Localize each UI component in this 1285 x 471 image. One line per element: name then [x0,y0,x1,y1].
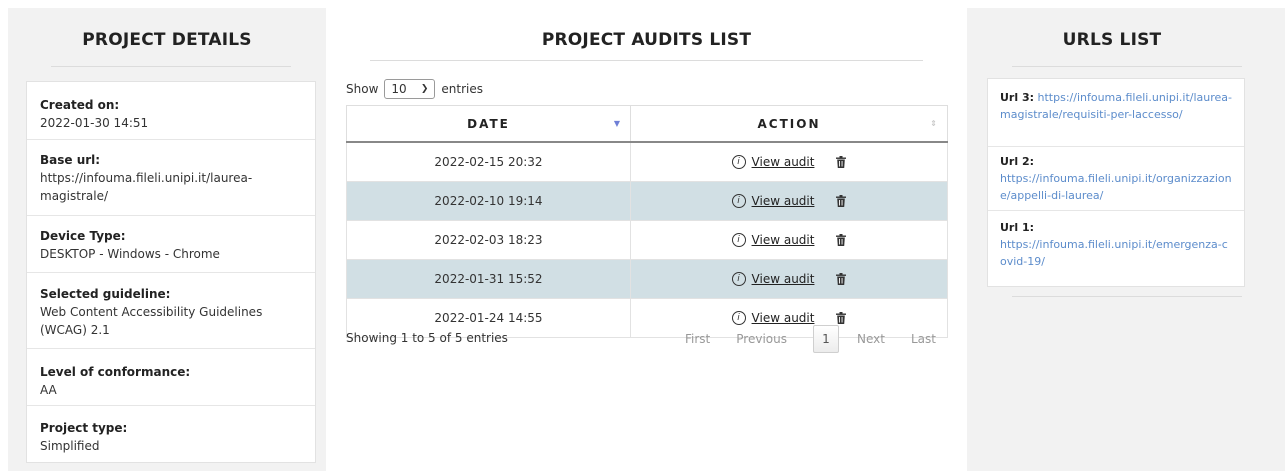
audits-table: DATE ▼ ACTION ⇕ 2022-02-15 20:32 i View au… [346,105,948,338]
url-link[interactable]: https://infouma.fileli.unipi.it/emergenz… [1000,236,1232,270]
table-header-row: DATE ▼ ACTION ⇕ [346,105,948,143]
audits-table-body: 2022-02-15 20:32 i View audit 2022-02-10 19… [346,141,948,338]
details-card: Created on: 2022-01-30 14:51 Base url: h… [26,81,316,463]
created-label: Created on: [40,98,120,112]
url-item: Url 3: https://infouma.fileli.unipi.it/l… [988,79,1244,147]
device-type-label: Device Type: [40,229,126,243]
table-row: 2022-02-03 18:23 i View audit [346,220,948,260]
pager-last[interactable]: Last [911,332,936,346]
view-audit-link[interactable]: View audit [752,194,815,208]
level-label: Level of conformance: [40,365,191,379]
audit-date: 2022-02-03 18:23 [346,220,631,260]
trash-icon[interactable] [836,234,847,246]
url-link[interactable]: https://infouma.fileli.unipi.it/laurea-m… [1000,91,1232,121]
detail-level: Level of conformance: AA [27,349,315,406]
info-icon: i [731,272,746,286]
base-url-value: https://infouma.fileli.unipi.it/laurea-m… [40,171,253,203]
show-label: Show [346,82,379,96]
audit-date: 2022-02-10 19:14 [346,181,631,221]
project-audits-title: PROJECT AUDITS LIST [541,30,752,50]
action-header-label: ACTION [757,116,821,131]
guideline-value: Web Content Accessibility Guidelines (WC… [40,305,263,337]
project-type-label: Project type: [40,421,128,435]
detail-guideline: Selected guideline: Web Content Accessib… [27,273,315,349]
detail-project-type: Project type: Simplified [27,406,315,462]
column-header-date[interactable]: DATE ▼ [346,105,631,143]
guideline-label: Selected guideline: [40,287,171,301]
url-item: Url 2: https://infouma.fileli.unipi.it/o… [988,147,1244,211]
action-cell: i View audit [632,272,946,286]
detail-base-url: Base url: https://infouma.fileli.unipi.i… [27,140,315,216]
view-audit-link[interactable]: View audit [752,233,815,247]
table-row: 2022-02-10 19:14 i View audit [346,181,948,221]
info-icon: i [731,233,746,247]
project-details-title: PROJECT DETAILS [82,30,252,50]
detail-device-type: Device Type: DESKTOP - Windows - Chrome [27,216,315,273]
date-header-label: DATE [467,116,510,131]
divider [1012,296,1242,297]
audit-actions: i View audit [630,141,948,182]
url-link[interactable]: https://infouma.fileli.unipi.it/organizz… [1000,170,1232,204]
table-row: 2022-02-15 20:32 i View audit [346,141,948,182]
info-icon: i [731,155,746,169]
audit-actions: i View audit [630,220,948,260]
base-url-label: Base url: [40,153,101,167]
trash-icon[interactable] [836,273,847,285]
page: PROJECT DETAILS Created on: 2022-01-30 1… [0,0,1285,471]
action-cell: i View audit [632,194,946,208]
view-audit-link[interactable]: View audit [752,311,815,325]
device-type-value: DESKTOP - Windows - Chrome [40,247,220,261]
level-value: AA [40,383,57,397]
info-icon: i [731,311,746,325]
urls-list-title: URLS LIST [1062,30,1162,50]
action-cell: i View audit [632,233,946,247]
trash-icon[interactable] [836,312,847,324]
chevron-down-icon: ❯ [420,84,429,94]
audit-actions: i View audit [630,259,948,299]
url-label: Url 3: [1000,91,1035,104]
url-item: Url 1: https://infouma.fileli.unipi.it/e… [988,211,1244,286]
trash-icon[interactable] [836,195,847,207]
audit-date: 2022-01-31 15:52 [346,259,631,299]
table-row: 2022-01-31 15:52 i View audit [346,259,948,299]
action-cell: i View audit [632,311,946,325]
trash-icon[interactable] [836,156,847,168]
project-type-value: Simplified [40,439,100,453]
show-entries: Show 10 ❯ entries [346,79,483,99]
view-audit-link[interactable]: View audit [752,272,815,286]
divider [370,60,923,61]
entries-label: entries [441,82,483,96]
column-header-action[interactable]: ACTION ⇕ [630,105,948,143]
entries-select-value: 10 [391,82,407,96]
urls-list-panel: URLS LIST Url 3: https://infouma.fileli.… [967,8,1285,471]
view-audit-link[interactable]: View audit [752,155,815,169]
pager-first[interactable]: First [685,332,710,346]
divider [1012,66,1242,67]
pagination: First Previous 1 Next Last [685,325,936,353]
project-details-panel: PROJECT DETAILS Created on: 2022-01-30 1… [8,8,326,471]
url-label: Url 2: [1000,155,1035,168]
detail-created: Created on: 2022-01-30 14:51 [27,82,315,140]
sort-icon: ⇕ [930,119,939,128]
entries-select[interactable]: 10 ❯ [384,79,436,99]
action-cell: i View audit [632,155,946,169]
urls-card: Url 3: https://infouma.fileli.unipi.it/l… [987,78,1245,287]
table-info: Showing 1 to 5 of 5 entries [346,331,508,345]
divider [51,66,291,67]
pager-page-1[interactable]: 1 [812,325,839,353]
pager-previous[interactable]: Previous [736,332,787,346]
pager-next[interactable]: Next [857,332,885,346]
audit-actions: i View audit [630,181,948,221]
created-value: 2022-01-30 14:51 [40,116,149,130]
info-icon: i [731,194,746,208]
url-label: Url 1: [1000,221,1035,234]
audit-date: 2022-02-15 20:32 [346,141,631,182]
sort-desc-icon: ▼ [613,119,622,128]
